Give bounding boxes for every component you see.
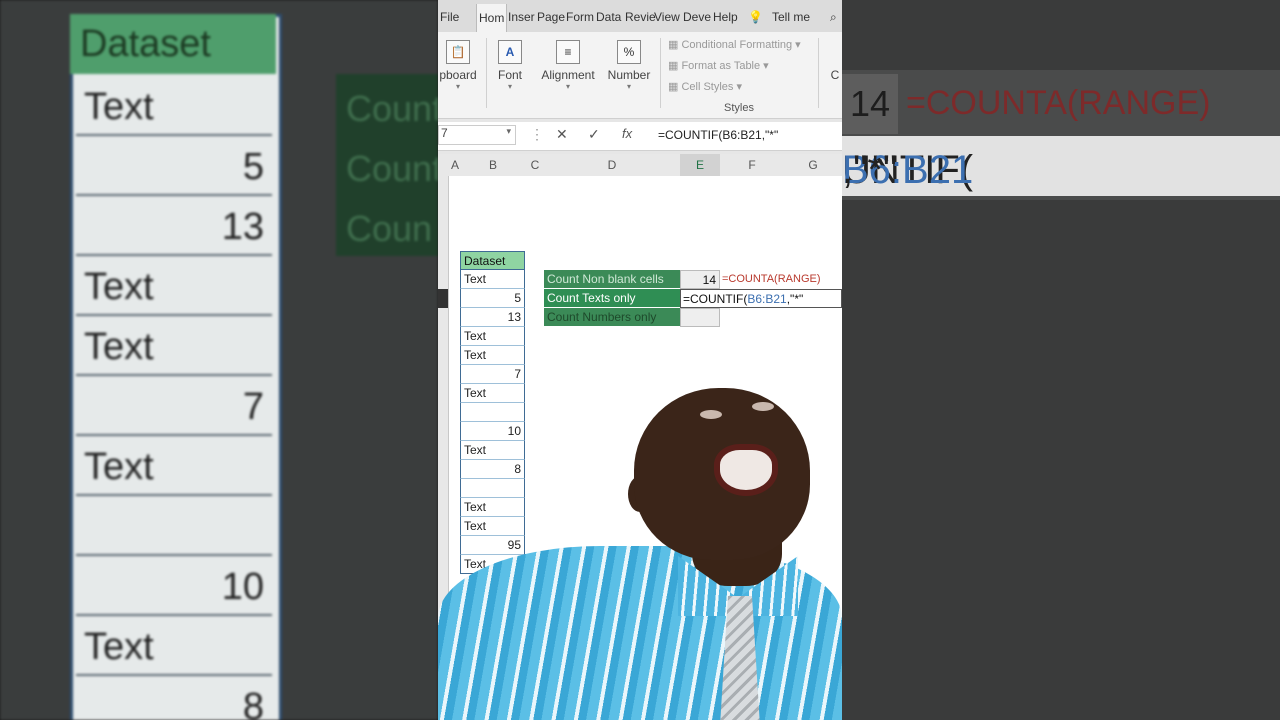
paste-icon: 📋 <box>446 40 470 64</box>
column-header-g[interactable]: G <box>784 158 842 172</box>
background-left-zoom: Dataset Text 5 13 Text Text 7 Text 10 Text 8 Coun… <box>0 0 438 720</box>
dataset-cell[interactable]: Text <box>460 327 525 346</box>
reaction-person-overlay <box>438 386 842 720</box>
dataset-header[interactable]: Dataset <box>460 251 525 270</box>
clipboard-group[interactable]: 📋 pboard ▾ <box>438 32 478 91</box>
format-as-table-button[interactable]: ▦ Format as Table ▾ <box>668 59 769 72</box>
number-group[interactable]: % Number ▾ <box>604 32 654 91</box>
bg-dataset-cell <box>76 498 272 556</box>
laughing-mouth <box>714 444 778 496</box>
name-box[interactable]: 7 ▾ <box>438 125 516 145</box>
column-header-b[interactable]: B <box>460 158 526 172</box>
column-headers: A B C D E F G <box>438 154 842 178</box>
dataset-cell[interactable]: 7 <box>460 365 525 384</box>
label-count-texts[interactable]: Count Texts only <box>544 289 680 308</box>
lightbulb-icon: 💡 <box>748 10 763 24</box>
column-header-d[interactable]: D <box>544 158 680 172</box>
column-header-f[interactable]: F <box>720 158 784 172</box>
bg-dataset-cell: Text <box>76 78 272 136</box>
formula-input[interactable]: =COUNTIF(B6:B21,"*" <box>658 128 778 142</box>
styles-group-label: Styles <box>724 102 754 114</box>
cancel-icon[interactable]: ✕ <box>556 126 568 143</box>
formula-bar: 7 ▾ ⋮ ✕ ✓ fx =COUNTIF(B6:B21,"*" <box>438 122 842 151</box>
menu-help[interactable]: Help <box>713 10 738 24</box>
formula-note-counta: =COUNTA(RANGE) <box>722 273 821 285</box>
column-header-e[interactable]: E <box>680 154 720 178</box>
enter-icon[interactable]: ✓ <box>588 126 600 143</box>
label-count-numbers[interactable]: Count Numbers only <box>544 308 680 327</box>
value-count-numbers[interactable] <box>680 308 720 327</box>
font-icon: A <box>498 40 522 64</box>
bg-dataset-header: Dataset <box>70 14 276 74</box>
menu-review[interactable]: Revie <box>625 10 656 24</box>
dataset-cell[interactable]: Text <box>460 270 525 289</box>
dataset-cell[interactable]: 5 <box>460 289 525 308</box>
conditional-formatting-button[interactable]: ▦ Conditional Formatting ▾ <box>668 38 801 51</box>
search-icon[interactable]: ⌕ <box>830 10 837 25</box>
menu-formulas[interactable]: Form <box>566 10 594 24</box>
font-group[interactable]: A Font ▾ <box>490 32 530 91</box>
label-count-non-blank[interactable]: Count Non blank cells <box>544 270 680 289</box>
alignment-group[interactable]: ≡ Alignment ▾ <box>538 32 598 91</box>
bg-dataset-cell: 7 <box>76 378 272 436</box>
column-header-c[interactable]: C <box>526 158 544 172</box>
column-header-a[interactable]: A <box>450 158 460 172</box>
bg-dataset-cell: Text <box>76 258 272 316</box>
bg-dataset-cell: 8 <box>76 678 272 720</box>
bg-dataset-cell: Text <box>76 438 272 496</box>
alignment-icon: ≡ <box>556 40 580 64</box>
bg-dataset-cell: Text <box>76 318 272 376</box>
chevron-down-icon: ▾ <box>507 82 512 91</box>
value-count-non-blank[interactable]: 14 <box>680 270 720 289</box>
bg-dataset-cell: 13 <box>76 198 272 256</box>
insert-function-icon[interactable]: fx <box>622 126 632 141</box>
person-eye <box>752 402 774 411</box>
menu-developer[interactable]: Deve <box>683 10 711 24</box>
chevron-down-icon: ▾ <box>506 126 511 136</box>
bg-dataset-cell: Text <box>76 618 272 676</box>
tell-me-search[interactable]: Tell me <box>772 10 810 24</box>
dataset-cell[interactable]: Text <box>460 346 525 365</box>
menu-view[interactable]: View <box>654 10 680 24</box>
more-icon: ⋮ <box>530 126 544 142</box>
excel-window: File Hom Inser Page Form Data Revie View… <box>438 0 842 720</box>
bg-dataset-cell: 5 <box>76 138 272 196</box>
menu-home[interactable]: Hom <box>476 4 508 32</box>
chevron-down-icon: ▾ <box>455 82 460 91</box>
chevron-down-icon: ▾ <box>626 82 631 91</box>
menu-insert[interactable]: Inser <box>508 10 535 24</box>
menu-data[interactable]: Data <box>596 10 621 24</box>
menu-bar: File Hom Inser Page Form Data Revie View… <box>438 0 842 32</box>
ribbon: 📋 pboard ▾ A Font ▾ ≡ Alignment ▾ % Numb… <box>438 32 842 119</box>
bg-summary-label: Count <box>346 88 438 129</box>
cell-styles-button[interactable]: ▦ Cell Styles ▾ <box>668 80 742 93</box>
percent-icon: % <box>617 40 641 64</box>
bg-summary-label: Count <box>346 148 438 189</box>
menu-file[interactable]: File <box>440 10 459 24</box>
dataset-cell[interactable]: 13 <box>460 308 525 327</box>
chevron-down-icon: ▾ <box>565 82 570 91</box>
bg-summary-label: Coun <box>346 208 433 249</box>
cells-group[interactable]: C <box>828 68 842 82</box>
person-eye <box>700 410 722 419</box>
bg-formula-counta: =COUNTA(RANGE) <box>906 84 1211 122</box>
bg-count-value: 14 <box>842 74 898 134</box>
selected-row-indicator <box>438 289 448 308</box>
bg-dataset-cell: 10 <box>76 558 272 616</box>
menu-page-layout[interactable]: Page <box>537 10 565 24</box>
bg-formula-countif: UNTIF(B6:B21 ,"*" <box>842 136 1280 196</box>
active-cell-editor[interactable]: =COUNTIF(B6:B21,"*" <box>680 289 842 308</box>
